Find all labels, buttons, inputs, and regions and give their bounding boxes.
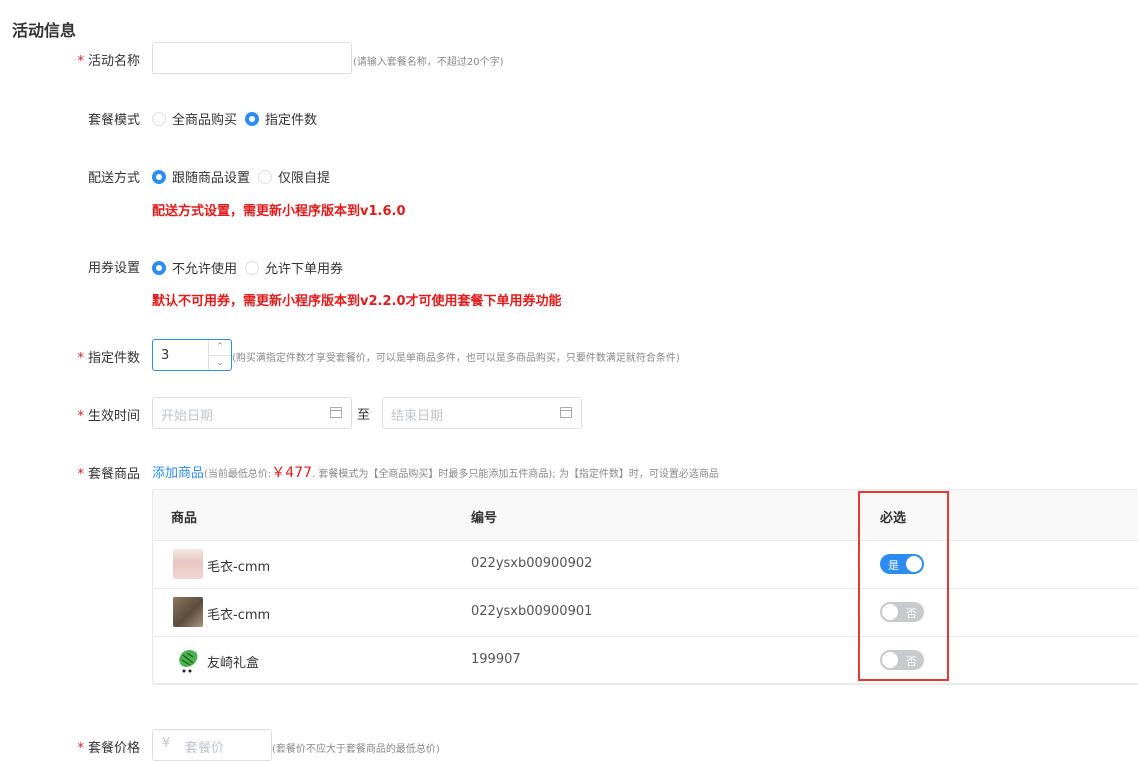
mode-option-count-label: 指定件数 [265, 113, 318, 128]
radio-icon [258, 169, 273, 184]
delivery-warning: 配送方式设置，需更新小程序版本到v1.6.0 [152, 204, 406, 219]
goods-toolbar: 添加商品(当前最低总价:￥477. 套餐模式为【全商品购买】时最多只能添加五件商… [152, 462, 719, 482]
time-label: * 生效时间 [0, 405, 140, 424]
chevron-down-icon[interactable]: ⌄ [209, 356, 231, 371]
end-date-placeholder: 结束日期 [391, 409, 444, 424]
goods-hint-prefix: (当前最低总价: [204, 469, 272, 480]
product-code: 022ysxb00900902 [471, 556, 593, 571]
price-placeholder: 套餐价 [185, 741, 225, 756]
coupon-option-disallow[interactable]: 不允许使用 [152, 258, 237, 277]
coupon-warning: 默认不可用券，需更新小程序版本到v2.2.0才可使用套餐下单用券功能 [152, 294, 562, 309]
delivery-label: 配送方式 [87, 171, 140, 186]
mode-option-all[interactable]: 全商品购买 [152, 109, 237, 128]
date-separator: 至 [357, 408, 371, 423]
goods-label-text: 套餐商品 [87, 467, 140, 482]
delivery-option-pickup[interactable]: 仅限自提 [258, 167, 330, 186]
calendar-icon [560, 407, 572, 418]
table-row: 毛衣-cmm 022ysxb00900901 否 [153, 588, 1138, 637]
coupon-option-disallow-label: 不允许使用 [172, 262, 238, 277]
package-price-input[interactable]: ¥ 套餐价 [152, 729, 272, 761]
end-date-input[interactable]: 结束日期 [382, 397, 582, 429]
goods-table: 商品 编号 必选 毛衣-cmm 022ysxb00900902 是 毛衣-cmm… [152, 489, 1138, 685]
product-code: 022ysxb00900901 [471, 604, 593, 619]
count-hint: (购买满指定件数才享受套餐价，可以是单商品多件，也可以是多商品购买，只要件数满足… [232, 353, 680, 364]
count-stepper[interactable]: 3 ⌃ ⌄ [152, 339, 232, 371]
product-name: 毛衣-cmm [207, 608, 271, 623]
chevron-up-icon[interactable]: ⌃ [209, 340, 231, 356]
coupon-option-allow-label: 允许下单用券 [265, 262, 344, 277]
start-date-input[interactable]: 开始日期 [152, 397, 352, 429]
delivery-option-follow[interactable]: 跟随商品设置 [152, 167, 250, 186]
required-mark: * [77, 409, 84, 424]
min-price: ￥477 [271, 465, 313, 481]
table-row: 友崎礼盒 199907 否 [153, 636, 1138, 685]
mode-label: 套餐模式 [87, 113, 140, 128]
column-header-goods: 商品 [171, 511, 198, 526]
product-code: 199907 [471, 652, 521, 667]
table-header: 商品 编号 必选 [153, 490, 1138, 541]
delivery-option-pickup-label: 仅限自提 [278, 171, 331, 186]
price-label: * 套餐价格 [0, 737, 140, 756]
product-thumbnail [173, 597, 203, 627]
radio-checked-icon [152, 169, 166, 184]
mode-option-count[interactable]: 指定件数 [245, 109, 317, 128]
delivery-radio-group: 跟随商品设置 仅限自提 [152, 167, 330, 186]
mode-option-all-label: 全商品购买 [172, 113, 238, 128]
calendar-icon [330, 407, 342, 418]
product-name: 友崎礼盒 [207, 656, 260, 671]
column-header-code: 编号 [471, 511, 498, 526]
product-name: 毛衣-cmm [207, 560, 271, 575]
section-title: 活动信息 [12, 21, 77, 40]
activity-name-input[interactable] [152, 42, 352, 74]
required-mark: * [77, 467, 84, 482]
time-label-text: 生效时间 [87, 409, 140, 424]
required-mark: * [77, 351, 84, 366]
radio-checked-icon [152, 260, 166, 275]
start-date-placeholder: 开始日期 [161, 409, 214, 424]
price-hint: (套餐价不应大于套餐商品的最低总价) [272, 744, 440, 755]
count-label: * 指定件数 [0, 347, 140, 366]
stepper-buttons: ⌃ ⌄ [208, 340, 231, 370]
add-goods-link[interactable]: 添加商品 [152, 466, 204, 481]
gift-box-icon [173, 645, 203, 675]
count-label-text: 指定件数 [87, 351, 140, 366]
count-value: 3 [161, 348, 170, 363]
coupon-label: 用券设置 [87, 261, 140, 276]
coupon-option-allow[interactable]: 允许下单用券 [245, 258, 343, 277]
required-column-highlight [858, 491, 949, 681]
required-mark: * [77, 54, 84, 69]
radio-icon [152, 111, 166, 126]
name-label-text: 活动名称 [87, 54, 140, 69]
coupon-radio-group: 不允许使用 允许下单用券 [152, 258, 343, 277]
name-label: * 活动名称 [0, 50, 140, 69]
mode-radio-group: 全商品购买 指定件数 [152, 109, 317, 128]
radio-icon [245, 260, 260, 275]
product-thumbnail [173, 549, 203, 579]
goods-hint-suffix: . 套餐模式为【全商品购买】时最多只能添加五件商品); 为【指定件数】时，可设置… [312, 469, 719, 480]
name-hint: (请输入套餐名称，不超过20个字) [353, 57, 504, 68]
goods-label: * 套餐商品 [0, 463, 140, 482]
delivery-option-follow-label: 跟随商品设置 [172, 171, 251, 186]
table-row: 毛衣-cmm 022ysxb00900902 是 [153, 540, 1138, 589]
radio-checked-icon [245, 111, 260, 126]
